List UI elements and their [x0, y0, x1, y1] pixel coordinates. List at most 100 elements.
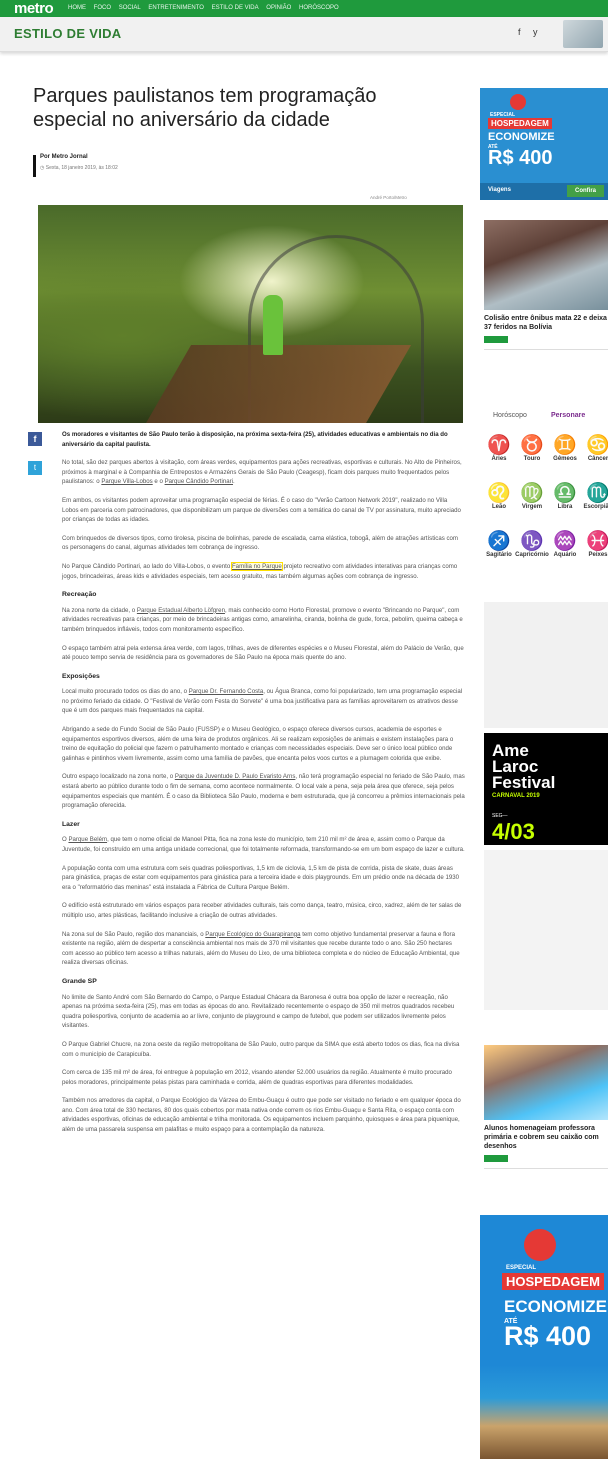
ad-label-hospedagem: HOSPEDAGEM [488, 118, 552, 129]
zodiac-name: Leão [491, 504, 506, 510]
article-body: Os moradores e visitantes de São Paulo t… [62, 430, 465, 1144]
bed-icon [524, 1229, 556, 1261]
link-parque-da-juventude[interactable]: Parque da Juventude D. Paulo Evaristo Ar… [175, 773, 296, 780]
link-parque-candido-portinari[interactable]: Parque Cândido Portinari [165, 478, 233, 485]
article-author[interactable]: Por Metro Jornal [40, 154, 88, 160]
zodiac-sign[interactable]: ♉ Touro [514, 435, 550, 463]
zodiac-sign[interactable]: ♌ Leão [481, 483, 517, 511]
paragraph: O edifício está estruturado em vários es… [62, 902, 462, 919]
zodiac-sign[interactable]: ♍ Virgem [514, 483, 550, 511]
zodiac-name: Virgem [521, 504, 543, 510]
zodiac-symbol-icon: ♉ [520, 435, 544, 456]
paragraph: No Parque Cândido Portinari, ao lado do … [62, 561, 458, 580]
byline-accent [33, 155, 36, 177]
nav-social[interactable]: SOCIAL [119, 5, 141, 11]
zodiac-name: Aquário [553, 552, 577, 558]
zodiac-sign[interactable]: ♎ Libra [547, 483, 583, 511]
zodiac-symbol-icon: ♎ [553, 483, 577, 504]
zodiac-name: Capricórnio [515, 552, 549, 558]
zodiac-sign[interactable]: ♑ Capricórnio [514, 532, 550, 559]
ad-price: R$ 400 [488, 147, 553, 169]
news-card-title[interactable]: Colisão entre ônibus mata 22 e deixa 37 … [484, 314, 608, 332]
ad2-title: Ame Laroc Festival [492, 741, 556, 792]
section-bar: ESTILO DE VIDA f y [0, 17, 608, 52]
zodiac-symbol-icon: ♌ [487, 483, 511, 504]
section-thumbnail[interactable] [563, 20, 603, 48]
news-card-tag[interactable] [484, 1155, 508, 1162]
link-parque-fernando-costa[interactable]: Parque Dr. Fernando Costa [189, 688, 264, 695]
subheading-lazer: Lazer [62, 820, 80, 828]
paragraph: Abrigando a sede do Fundo Social de São … [62, 726, 454, 762]
subheading-recreacao: Recreação [62, 591, 97, 599]
zodiac-name: Escorpião [583, 504, 608, 510]
zodiac-sign[interactable]: ♋ Câncer [580, 435, 608, 463]
news-card[interactable]: Alunos homenageiam professora primária e… [484, 1045, 608, 1169]
news-card-title[interactable]: Alunos homenageiam professora primária e… [484, 1124, 608, 1151]
article-photo [38, 205, 463, 423]
link-parque-alberto-lofgren[interactable]: Parque Estadual Alberto Löfgren [137, 607, 225, 614]
twitter-icon[interactable]: y [533, 27, 538, 37]
facebook-icon[interactable]: f [518, 27, 521, 37]
paragraph: Outro espaço localizado na zona norte, o… [62, 773, 465, 810]
nav-entretenimento[interactable]: ENTRETENIMENTO [148, 5, 204, 11]
metro-logo[interactable]: metro [14, 0, 54, 17]
ad3-economize: ECONOMIZE [504, 1297, 607, 1316]
link-familia-no-parque[interactable]: Família no Parque [230, 561, 283, 571]
link-parque-belem[interactable]: Parque Belém [68, 836, 107, 843]
nav-foco[interactable]: FOCO [94, 5, 111, 11]
ad2-subtitle: CARNAVAL 2019 [492, 793, 540, 799]
top-nav: HOME FOCO SOCIAL ENTRETENIMENTO ESTILO D… [68, 0, 345, 17]
link-parque-guarapiranga[interactable]: Parque Ecológico do Guarapiranga [205, 931, 300, 938]
photo-walkway [144, 345, 412, 423]
zodiac-sign[interactable]: ♊ Gêmeos [547, 435, 583, 463]
subheading-grande-sp: Grande SP [62, 977, 97, 985]
top-nav-bar: metro HOME FOCO SOCIAL ENTRETENIMENTO ES… [0, 0, 608, 17]
nav-horoscopo[interactable]: HORÓSCOPO [299, 5, 339, 11]
hotel-ad-top[interactable]: ESPECIAL HOSPEDAGEM ECONOMIZE ATÉ R$ 400… [480, 88, 608, 200]
zodiac-symbol-icon: ♍ [520, 483, 544, 504]
zodiac-sign[interactable]: ♓ Peixes [580, 532, 608, 559]
zodiac-name: Touro [523, 456, 541, 462]
paragraph: No limite de Santo André com São Bernard… [62, 993, 455, 1030]
ad3-especial: ESPECIAL [506, 1265, 537, 1271]
paragraph: Na zona sul de São Paulo, região dos man… [62, 930, 460, 967]
laroc-festival-ad[interactable]: Ame Laroc Festival CARNAVAL 2019 SEG— 4/03 [484, 733, 608, 845]
section-title[interactable]: ESTILO DE VIDA [14, 26, 122, 41]
zodiac-name: Câncer [587, 456, 608, 462]
zodiac-symbol-icon: ♐ [487, 531, 511, 552]
nav-opiniao[interactable]: OPINIÃO [266, 5, 291, 11]
zodiac-name: Peixes [588, 552, 608, 558]
ad3-hospedagem: HOSPEDAGEM [502, 1273, 604, 1290]
paragraph: Em ambos, os visitantes podem aproveitar… [62, 496, 461, 524]
bed-icon [510, 94, 526, 110]
link-parque-villa-lobos[interactable]: Parque Villa-Lobos [101, 478, 152, 485]
hotel-ad-bottom[interactable]: ESPECIAL HOSPEDAGEM ECONOMIZE ATÉ R$ 400 [480, 1215, 608, 1459]
news-card-tag[interactable] [484, 336, 508, 343]
twitter-share-button[interactable]: t [28, 461, 42, 475]
ad3-beach-image [480, 1365, 608, 1459]
paragraph: O Parque Belém, que tem o nome oficial d… [62, 836, 465, 853]
paragraph: Local muito procurado todos os dias do a… [62, 688, 463, 715]
zodiac-sign[interactable]: ♏Escorpião [580, 484, 608, 511]
zodiac-symbol-icon: ♋ [586, 435, 608, 456]
personare-logo[interactable]: Personare [551, 412, 585, 419]
ad-confira-button[interactable]: Confira [567, 185, 604, 197]
nav-estilo-de-vida[interactable]: ESTILO DE VIDA [212, 5, 259, 11]
nav-home[interactable]: HOME [68, 5, 86, 11]
zodiac-sign[interactable]: ♐ Sagitário [481, 531, 517, 559]
article-lead: Os moradores e visitantes de São Paulo t… [62, 431, 448, 448]
ad-footer-label: Viagens [488, 187, 511, 193]
zodiac-sign[interactable]: ♒ Aquário [547, 532, 583, 559]
zodiac-symbol-icon: ♈ [487, 435, 511, 456]
article-headline: Parques paulistanos tem programação espe… [33, 85, 377, 131]
ad-footer: Viagens Confira [480, 183, 608, 200]
news-card[interactable]: Colisão entre ônibus mata 22 e deixa 37 … [484, 220, 608, 350]
zodiac-sign[interactable]: ♈ Áries [481, 435, 517, 463]
ad3-price: R$ 400 [504, 1321, 592, 1351]
section-share: f y [518, 27, 548, 37]
news-card-image[interactable] [484, 1045, 608, 1120]
zodiac-symbol-icon: ♊ [553, 435, 577, 456]
facebook-share-button[interactable]: f [28, 432, 42, 446]
news-card-image[interactable] [484, 220, 608, 310]
paragraph: Com brinquedos de diversos tipos, como t… [62, 534, 458, 552]
